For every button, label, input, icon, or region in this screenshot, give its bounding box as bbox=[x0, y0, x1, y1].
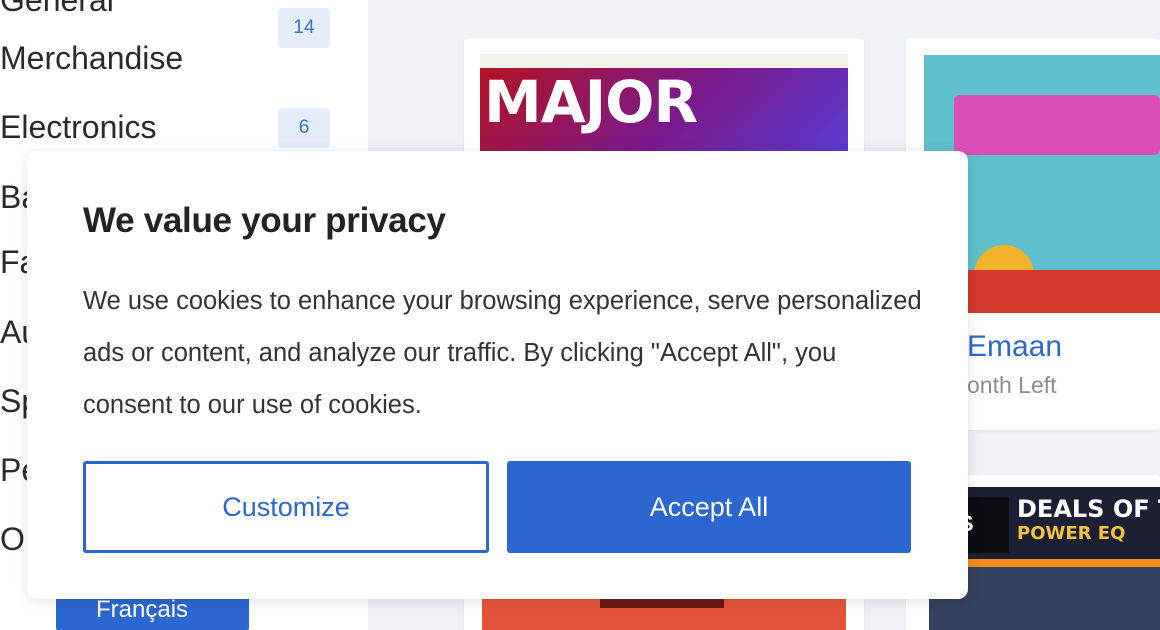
customize-button[interactable]: Customize bbox=[83, 461, 489, 553]
flyer-card[interactable]: MAJOR bbox=[464, 38, 864, 168]
category-count-badge: 6 bbox=[278, 108, 330, 148]
flyer-headline: MAJOR bbox=[484, 68, 698, 136]
dialog-title: We value your privacy bbox=[83, 201, 446, 240]
privacy-consent-dialog: We value your privacy We use cookies to … bbox=[27, 151, 968, 599]
sidebar-item-merchandise[interactable]: Merchandise bbox=[0, 40, 183, 77]
sidebar-item-general[interactable]: General bbox=[0, 0, 114, 19]
dialog-body-text: We use cookies to enhance your browsing … bbox=[83, 287, 922, 419]
flyer-image: MAJOR bbox=[480, 54, 848, 154]
category-count-badge: 14 bbox=[278, 8, 330, 48]
time-left-label: onth Left bbox=[967, 372, 1057, 398]
flyer-headline: DEALS OF THE M bbox=[1017, 495, 1160, 523]
flyer-graphic bbox=[954, 95, 1160, 155]
accept-all-button[interactable]: Accept All bbox=[507, 461, 911, 553]
sidebar-item-electronics[interactable]: Electronics bbox=[0, 109, 157, 146]
flyer-subheadline: POWER EQ bbox=[1017, 523, 1126, 544]
store-name-link[interactable]: Emaan bbox=[967, 330, 1062, 364]
flyer-image bbox=[482, 598, 846, 630]
flyer-graphic bbox=[600, 598, 724, 608]
sidebar-item-o[interactable]: O bbox=[0, 521, 25, 558]
flyer-banner-strip bbox=[480, 54, 848, 68]
